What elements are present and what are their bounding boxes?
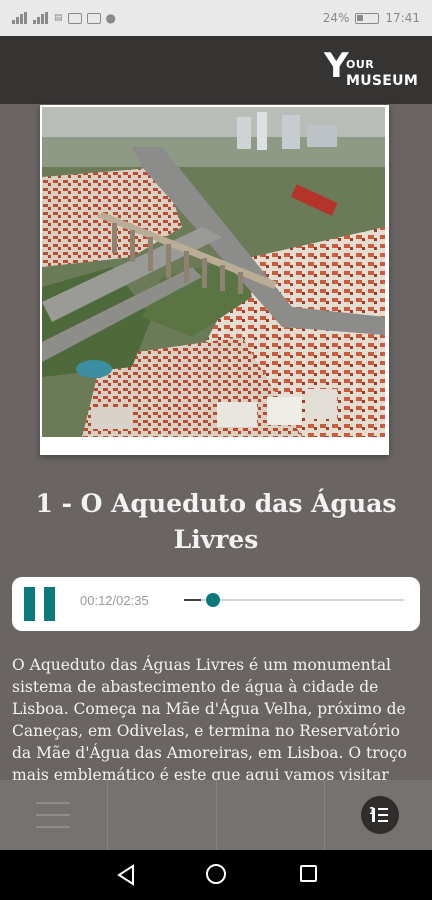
toolbar-menu[interactable]	[0, 780, 109, 850]
your-museum-logo[interactable]: Y OUR MUSEUM	[324, 46, 424, 94]
messenger-icon: ●	[105, 11, 116, 25]
audio-player: 00:12/02:35	[12, 577, 420, 631]
seek-thumb[interactable]	[205, 593, 220, 607]
pause-icon	[24, 587, 35, 621]
toolbar-slot-2[interactable]	[108, 780, 217, 850]
aqueduct-photo[interactable]	[42, 107, 385, 437]
app-header: Y OUR MUSEUM	[0, 36, 432, 104]
stop-description: O Aqueduto das Águas Livres é um monumen…	[12, 656, 407, 780]
logo-line-2: MUSEUM	[346, 73, 419, 89]
status-bar: ▤ ● 24% 17:41	[0, 0, 432, 36]
home-icon[interactable]	[206, 864, 226, 884]
list-icon[interactable]: 1	[360, 796, 399, 834]
status-left-icons: ▤ ●	[12, 11, 116, 25]
battery-percent: 24%	[322, 11, 350, 25]
logo-line-1: OUR	[346, 58, 375, 71]
seek-bar[interactable]	[184, 593, 404, 607]
playback-time: 00:12/02:35	[80, 593, 149, 608]
data-icon: ▤	[54, 13, 63, 23]
signal-icon	[12, 12, 28, 24]
gallery-icon	[67, 12, 82, 24]
recents-icon[interactable]	[300, 865, 317, 882]
back-icon[interactable]	[116, 864, 136, 886]
seek-bar-progress	[184, 599, 201, 601]
menu-icon[interactable]	[36, 800, 70, 830]
status-right: 24% 17:41	[323, 11, 420, 25]
clock: 17:41	[385, 11, 420, 25]
toolbar-list[interactable]: 1	[325, 780, 432, 850]
email-icon	[86, 12, 101, 24]
logo-letter: Y	[324, 46, 349, 86]
photo-frame	[40, 105, 389, 455]
signal-icon	[33, 12, 49, 24]
battery-icon	[355, 12, 380, 24]
bottom-toolbar: 1	[0, 780, 432, 850]
list-badge: 1	[368, 806, 376, 817]
stop-title: 1 - O Aqueduto das Águas Livres	[35, 489, 397, 554]
system-nav-bar	[0, 850, 432, 900]
toolbar-slot-3[interactable]	[217, 780, 325, 850]
pause-button[interactable]	[24, 587, 56, 621]
